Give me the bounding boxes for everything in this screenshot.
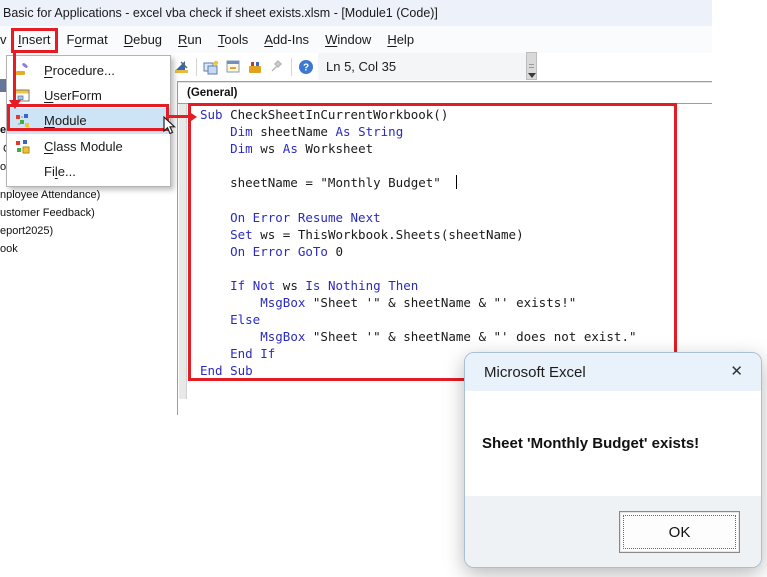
- scroll-ridge: [529, 67, 534, 68]
- insert-menu-item-label: File...: [44, 164, 76, 179]
- menubar-item-add-ins[interactable]: Add-Ins: [256, 28, 317, 51]
- menubar-item-tools[interactable]: Tools: [210, 28, 256, 51]
- insert-menu-item-label: Class Module: [44, 139, 123, 154]
- scroll-ridge: [529, 64, 534, 65]
- class-module-icon: [14, 138, 31, 155]
- menubar-item-run[interactable]: Run: [170, 28, 210, 51]
- mouse-cursor: [163, 116, 176, 140]
- insert-menu-item-procedure[interactable]: Procedure...: [7, 58, 170, 83]
- close-icon[interactable]: ✕: [727, 362, 746, 382]
- project-tree-item-fragment[interactable]: ustomer Feedback): [0, 207, 95, 219]
- code-window-top-border: [178, 81, 712, 82]
- toolbar-separator: [291, 58, 292, 76]
- disabled-tool-icon: [266, 57, 288, 77]
- annotation-rect-insert: [11, 28, 58, 53]
- object-dropdown-value: (General): [178, 87, 238, 99]
- annotation-rect-module: [7, 104, 169, 131]
- menu-bar: v InsertFormatDebugRunToolsAdd-InsWindow…: [0, 26, 712, 53]
- window-title: Basic for Applications - excel vba check…: [0, 6, 438, 20]
- help-icon[interactable]: ?: [295, 57, 317, 77]
- procedure-icon: [14, 62, 31, 79]
- dialog-footer: OK: [465, 496, 761, 567]
- vba-editor-screenshot: Basic for Applications - excel vba check…: [0, 0, 767, 577]
- object-dropdown[interactable]: (General): [178, 83, 712, 104]
- annotation-arrow-right-head: [188, 111, 197, 123]
- design-mode-icon[interactable]: [171, 57, 193, 77]
- svg-text:?: ?: [303, 63, 309, 74]
- insert-menu-item-class-module[interactable]: Class Module: [7, 134, 170, 159]
- dialog-titlebar: Microsoft Excel: [465, 353, 761, 391]
- project-explorer-icon[interactable]: [200, 57, 222, 77]
- dialog-message: Sheet 'Monthly Budget' exists!: [482, 435, 699, 452]
- line-column-text: Ln 5, Col 35: [318, 59, 396, 74]
- no-icon: [14, 163, 31, 180]
- menubar-item-debug[interactable]: Debug: [116, 28, 170, 51]
- toolbar-scrollbar[interactable]: [526, 52, 537, 80]
- menubar-item-window[interactable]: Window: [317, 28, 379, 51]
- insert-menu-item-label: UserForm: [44, 88, 102, 103]
- insert-menu-item-label: Procedure...: [44, 63, 115, 78]
- window-titlebar: Basic for Applications - excel vba check…: [0, 0, 712, 26]
- line-column-indicator: Ln 5, Col 35: [318, 53, 537, 80]
- project-tree-item-fragment[interactable]: eport2025): [0, 225, 53, 237]
- dialog-title: Microsoft Excel: [465, 364, 586, 381]
- code-margin-bar: [179, 104, 187, 399]
- annotation-arrow-down: [13, 52, 16, 100]
- annotation-rect-code: [188, 103, 677, 381]
- project-tree-item-fragment[interactable]: nployee Attendance): [0, 189, 100, 201]
- insert-menu-item-file[interactable]: File...: [7, 159, 170, 184]
- toolbar-separator: [196, 58, 197, 76]
- properties-window-icon[interactable]: [222, 57, 244, 77]
- menubar-item-view-partial[interactable]: v: [0, 32, 10, 47]
- menubar-item-format[interactable]: Format: [59, 28, 116, 51]
- menubar-item-help[interactable]: Help: [379, 28, 422, 51]
- ok-button[interactable]: OK: [619, 511, 740, 553]
- msgbox-dialog: Microsoft Excel ✕ Sheet 'Monthly Budget'…: [464, 352, 762, 568]
- panel-divider[interactable]: [177, 81, 178, 415]
- toolbox-icon[interactable]: [244, 57, 266, 77]
- project-tree-item-fragment[interactable]: ook: [0, 243, 18, 255]
- chevron-down-icon: [528, 73, 536, 78]
